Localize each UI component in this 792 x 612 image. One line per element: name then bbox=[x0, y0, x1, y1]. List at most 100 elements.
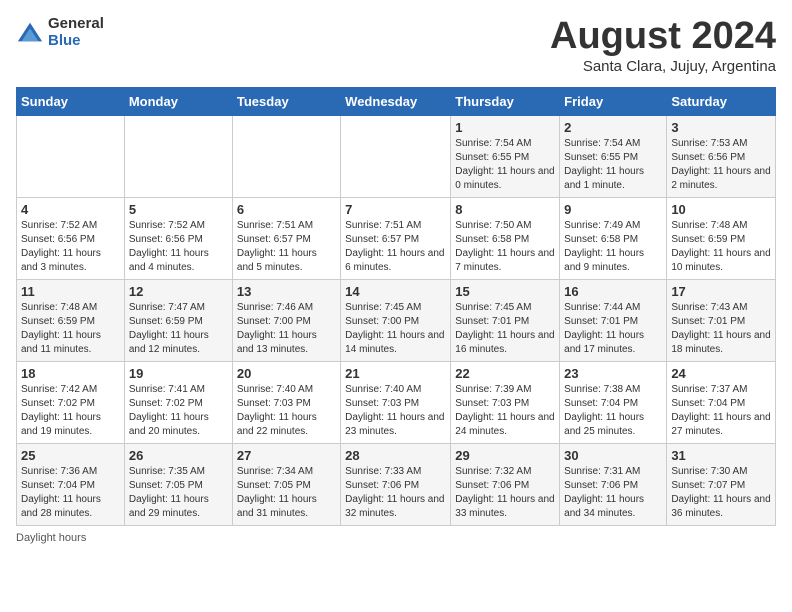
calendar-day-cell: 18Sunrise: 7:42 AM Sunset: 7:02 PM Dayli… bbox=[17, 361, 125, 443]
weekday-header: Friday bbox=[560, 87, 667, 115]
day-info: Sunrise: 7:47 AM Sunset: 6:59 PM Dayligh… bbox=[129, 301, 228, 357]
calendar-day-cell: 24 Sunrise: 7:37 AM Sunset: 7:04 PM Dayli… bbox=[667, 361, 776, 443]
calendar-table: SundayMondayTuesdayWednesdayThursdayFrid… bbox=[16, 87, 776, 526]
calendar-day-cell: 2 Sunrise: 7:54 AM Sunset: 6:55 PM Daylig… bbox=[560, 115, 667, 197]
calendar-day-cell: 17Sunrise: 7:43 AM Sunset: 7:01 PM Dayli… bbox=[667, 279, 776, 361]
calendar-day-cell: 13 Sunrise: 7:46 AM Sunset: 7:00 PM Dayli… bbox=[232, 279, 340, 361]
day-number: 5 bbox=[129, 202, 228, 217]
calendar-day-cell: 23 Sunrise: 7:38 AM Sunset: 7:04 PM Dayli… bbox=[560, 361, 667, 443]
day-number: 25 bbox=[21, 448, 120, 463]
calendar-week-row: 25Sunrise: 7:36 AM Sunset: 7:04 PM Dayli… bbox=[17, 443, 776, 525]
day-number: 22 bbox=[455, 366, 555, 381]
day-info: Sunrise: 7:32 AM Sunset: 7:06 PM Dayligh… bbox=[455, 465, 555, 521]
calendar-day-cell bbox=[17, 115, 125, 197]
logo-text: General Blue bbox=[48, 16, 104, 49]
calendar-day-cell: 7Sunrise: 7:51 AM Sunset: 6:57 PM Daylig… bbox=[341, 197, 451, 279]
calendar-day-cell: 25Sunrise: 7:36 AM Sunset: 7:04 PM Dayli… bbox=[17, 443, 125, 525]
calendar-day-cell: 31 Sunrise: 7:30 AM Sunset: 7:07 PM Dayli… bbox=[667, 443, 776, 525]
calendar-day-cell: 10 Sunrise: 7:48 AM Sunset: 6:59 PM Dayli… bbox=[667, 197, 776, 279]
day-info: Sunrise: 7:41 AM Sunset: 7:02 PM Dayligh… bbox=[129, 383, 228, 439]
calendar-day-cell: 12 Sunrise: 7:47 AM Sunset: 6:59 PM Dayli… bbox=[124, 279, 232, 361]
footer-note: Daylight hours bbox=[16, 532, 776, 544]
day-number: 23 bbox=[564, 366, 662, 381]
daylight-hours-label: Daylight hours bbox=[16, 532, 86, 544]
weekday-header: Monday bbox=[124, 87, 232, 115]
logo-blue: Blue bbox=[48, 33, 104, 50]
day-info: Sunrise: 7:51 AM Sunset: 6:57 PM Dayligh… bbox=[237, 219, 336, 275]
calendar-day-cell bbox=[124, 115, 232, 197]
location-subtitle: Santa Clara, Jujuy, Argentina bbox=[550, 58, 776, 75]
page-header: General Blue August 2024 Santa Clara, Ju… bbox=[16, 16, 776, 75]
calendar-day-cell: 21 Sunrise: 7:40 AM Sunset: 7:03 PM Dayli… bbox=[341, 361, 451, 443]
day-info: Sunrise: 7:40 AM Sunset: 7:03 PM Dayligh… bbox=[345, 383, 446, 439]
calendar-day-cell: 30 Sunrise: 7:31 AM Sunset: 7:06 PM Dayli… bbox=[560, 443, 667, 525]
day-info: Sunrise: 7:46 AM Sunset: 7:00 PM Dayligh… bbox=[237, 301, 336, 357]
day-info: Sunrise: 7:53 AM Sunset: 6:56 PM Dayligh… bbox=[671, 137, 771, 193]
day-info: Sunrise: 7:48 AM Sunset: 6:59 PM Dayligh… bbox=[21, 301, 120, 357]
day-number: 16 bbox=[564, 284, 662, 299]
day-number: 30 bbox=[564, 448, 662, 463]
calendar-day-cell: 8Sunrise: 7:50 AM Sunset: 6:58 PM Daylig… bbox=[451, 197, 560, 279]
day-number: 28 bbox=[345, 448, 446, 463]
calendar-day-cell: 16Sunrise: 7:44 AM Sunset: 7:01 PM Dayli… bbox=[560, 279, 667, 361]
day-number: 13 bbox=[237, 284, 336, 299]
day-info: Sunrise: 7:31 AM Sunset: 7:06 PM Dayligh… bbox=[564, 465, 662, 521]
calendar-day-cell: 11Sunrise: 7:48 AM Sunset: 6:59 PM Dayli… bbox=[17, 279, 125, 361]
day-number: 6 bbox=[237, 202, 336, 217]
month-year-title: August 2024 bbox=[550, 16, 776, 58]
logo-general: General bbox=[48, 16, 104, 33]
day-info: Sunrise: 7:38 AM Sunset: 7:04 PM Dayligh… bbox=[564, 383, 662, 439]
day-info: Sunrise: 7:40 AM Sunset: 7:03 PM Dayligh… bbox=[237, 383, 336, 439]
day-info: Sunrise: 7:43 AM Sunset: 7:01 PM Dayligh… bbox=[671, 301, 771, 357]
day-number: 4 bbox=[21, 202, 120, 217]
day-info: Sunrise: 7:48 AM Sunset: 6:59 PM Dayligh… bbox=[671, 219, 771, 275]
calendar-week-row: 11Sunrise: 7:48 AM Sunset: 6:59 PM Dayli… bbox=[17, 279, 776, 361]
calendar-day-cell: 5Sunrise: 7:52 AM Sunset: 6:56 PM Daylig… bbox=[124, 197, 232, 279]
day-number: 18 bbox=[21, 366, 120, 381]
day-info: Sunrise: 7:39 AM Sunset: 7:03 PM Dayligh… bbox=[455, 383, 555, 439]
day-number: 15 bbox=[455, 284, 555, 299]
calendar-week-row: 4 Sunrise: 7:52 AM Sunset: 6:56 PM Daylig… bbox=[17, 197, 776, 279]
calendar-day-cell: 4 Sunrise: 7:52 AM Sunset: 6:56 PM Daylig… bbox=[17, 197, 125, 279]
day-number: 19 bbox=[129, 366, 228, 381]
day-number: 20 bbox=[237, 366, 336, 381]
calendar-day-cell: 28 Sunrise: 7:33 AM Sunset: 7:06 PM Dayli… bbox=[341, 443, 451, 525]
day-number: 31 bbox=[671, 448, 771, 463]
day-number: 14 bbox=[345, 284, 446, 299]
weekday-header: Sunday bbox=[17, 87, 125, 115]
weekday-header: Saturday bbox=[667, 87, 776, 115]
weekday-header: Wednesday bbox=[341, 87, 451, 115]
title-section: August 2024 Santa Clara, Jujuy, Argentin… bbox=[550, 16, 776, 75]
calendar-day-cell: 27Sunrise: 7:34 AM Sunset: 7:05 PM Dayli… bbox=[232, 443, 340, 525]
calendar-day-cell: 6 Sunrise: 7:51 AM Sunset: 6:57 PM Daylig… bbox=[232, 197, 340, 279]
day-number: 26 bbox=[129, 448, 228, 463]
calendar-day-cell: 19 Sunrise: 7:41 AM Sunset: 7:02 PM Dayli… bbox=[124, 361, 232, 443]
day-number: 10 bbox=[671, 202, 771, 217]
calendar-day-cell: 14 Sunrise: 7:45 AM Sunset: 7:00 PM Dayli… bbox=[341, 279, 451, 361]
calendar-day-cell: 15 Sunrise: 7:45 AM Sunset: 7:01 PM Dayli… bbox=[451, 279, 560, 361]
calendar-day-cell bbox=[232, 115, 340, 197]
day-number: 12 bbox=[129, 284, 228, 299]
day-info: Sunrise: 7:45 AM Sunset: 7:01 PM Dayligh… bbox=[455, 301, 555, 357]
calendar-day-cell: 26 Sunrise: 7:35 AM Sunset: 7:05 PM Dayli… bbox=[124, 443, 232, 525]
calendar-day-cell: 29Sunrise: 7:32 AM Sunset: 7:06 PM Dayli… bbox=[451, 443, 560, 525]
logo-icon bbox=[16, 19, 44, 47]
calendar-day-cell bbox=[341, 115, 451, 197]
day-info: Sunrise: 7:30 AM Sunset: 7:07 PM Dayligh… bbox=[671, 465, 771, 521]
day-number: 24 bbox=[671, 366, 771, 381]
day-number: 7 bbox=[345, 202, 446, 217]
day-info: Sunrise: 7:37 AM Sunset: 7:04 PM Dayligh… bbox=[671, 383, 771, 439]
day-info: Sunrise: 7:54 AM Sunset: 6:55 PM Dayligh… bbox=[564, 137, 662, 193]
day-info: Sunrise: 7:54 AM Sunset: 6:55 PM Dayligh… bbox=[455, 137, 555, 193]
calendar-week-row: 18Sunrise: 7:42 AM Sunset: 7:02 PM Dayli… bbox=[17, 361, 776, 443]
day-info: Sunrise: 7:49 AM Sunset: 6:58 PM Dayligh… bbox=[564, 219, 662, 275]
day-number: 8 bbox=[455, 202, 555, 217]
day-number: 3 bbox=[671, 120, 771, 135]
day-info: Sunrise: 7:52 AM Sunset: 6:56 PM Dayligh… bbox=[21, 219, 120, 275]
day-info: Sunrise: 7:45 AM Sunset: 7:00 PM Dayligh… bbox=[345, 301, 446, 357]
day-number: 21 bbox=[345, 366, 446, 381]
day-info: Sunrise: 7:34 AM Sunset: 7:05 PM Dayligh… bbox=[237, 465, 336, 521]
day-number: 2 bbox=[564, 120, 662, 135]
day-info: Sunrise: 7:35 AM Sunset: 7:05 PM Dayligh… bbox=[129, 465, 228, 521]
day-info: Sunrise: 7:33 AM Sunset: 7:06 PM Dayligh… bbox=[345, 465, 446, 521]
